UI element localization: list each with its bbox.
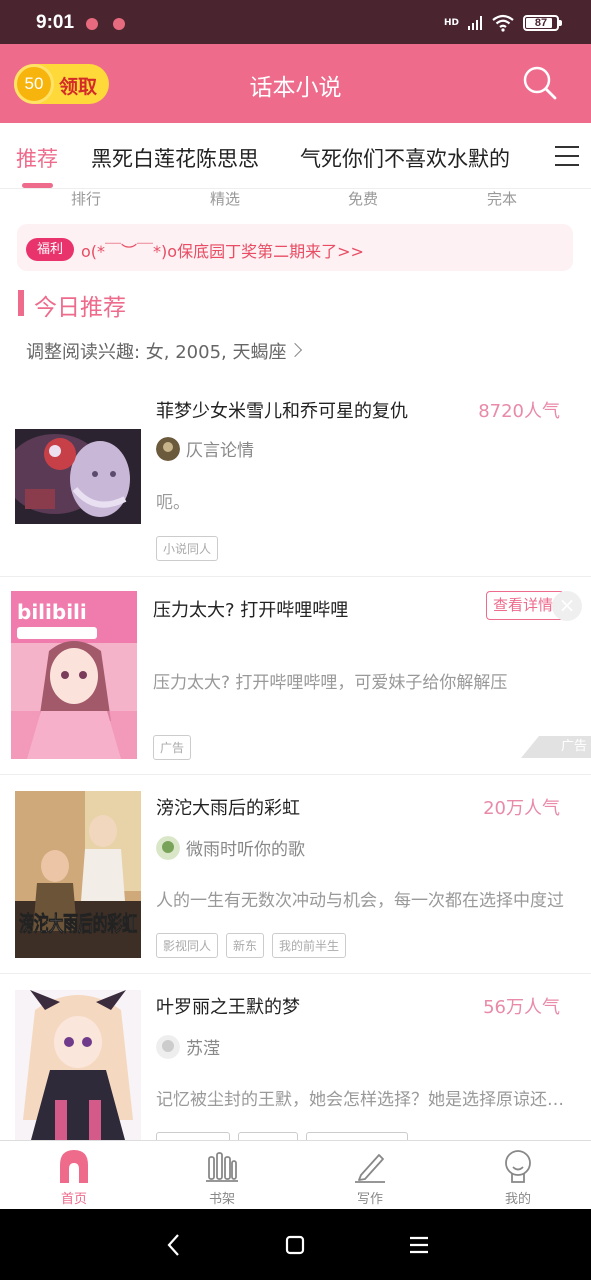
nav-label: 我的	[504, 1192, 531, 1207]
book-tag[interactable]	[306, 1132, 408, 1140]
welfare-badge: 福利	[26, 238, 74, 261]
notification-icon	[113, 18, 125, 30]
book-title: 滂沱大雨后的彩虹	[156, 798, 300, 819]
close-icon[interactable]: ×	[552, 591, 582, 621]
tab-topic-1[interactable]: 黑死白莲花陈思思	[91, 143, 259, 173]
chevron-right-icon	[288, 342, 303, 358]
book-title: 叶罗丽之王默的梦	[156, 997, 300, 1018]
nav-profile[interactable]: 我的	[444, 1141, 591, 1210]
status-time: 9:01	[36, 12, 75, 33]
ad-title: 压力太大? 打开哔哩哔哩	[153, 600, 349, 621]
recents-icon[interactable]	[405, 1231, 433, 1259]
book-tags	[156, 1132, 408, 1140]
notification-icon	[86, 18, 98, 30]
author: 微雨时听你的歌	[156, 835, 305, 860]
back-icon[interactable]	[160, 1231, 188, 1259]
book-tag[interactable]: 影视同人	[156, 933, 219, 958]
book-description: 人的一生有无数次冲动与机会，每一次都在选择中度过	[156, 891, 564, 911]
book-title: 菲梦少女米雪儿和乔可星的复仇	[156, 401, 408, 422]
wifi-icon	[492, 14, 514, 32]
author-name: 微雨时听你的歌	[186, 840, 305, 860]
author-avatar	[156, 835, 180, 860]
book-cover	[15, 429, 141, 524]
book-card[interactable]: 菲梦少女米雪儿和乔可星的复仇 8720人气 仄言论情 呃。 小说同人	[0, 378, 591, 577]
menu-button[interactable]	[551, 123, 591, 188]
ad-tag: 广告	[153, 735, 192, 760]
author: 苏滢	[156, 1034, 220, 1059]
tab-indicator	[22, 183, 53, 188]
book-popularity: 8720人气	[478, 401, 560, 422]
nav-home[interactable]: 首页	[0, 1141, 148, 1210]
interest-text: 调整阅读兴趣: 女, 2005, 天蝎座	[26, 342, 287, 363]
adjust-interest-link[interactable]: 调整阅读兴趣: 女, 2005, 天蝎座	[26, 338, 303, 364]
subcat-selected[interactable]: 精选	[210, 188, 240, 209]
category-tabs: 推荐 黑死白莲花陈思思 气死你们不喜欢水默的	[0, 123, 591, 189]
nav-label: 书架	[208, 1192, 235, 1207]
ad-description: 压力太大? 打开哔哩哔哩，可爱妹子给你解解压	[153, 673, 508, 693]
network-label: HD	[443, 17, 459, 28]
nav-write[interactable]: 写作	[296, 1141, 444, 1210]
nav-bookshelf[interactable]: 书架	[148, 1141, 296, 1210]
system-nav-bar	[0, 1209, 591, 1280]
book-card[interactable]: 滂沱大雨后的彩虹 滂沱大雨后的彩虹 20万人气 微雨时听你的歌 人的一生有无数次…	[0, 775, 591, 974]
ad-tags: 广告	[153, 735, 192, 760]
book-tag[interactable]: 新东	[226, 933, 265, 958]
section-title: 今日推荐	[34, 295, 126, 321]
book-card[interactable]: 叶罗丽之王默的梦 56万人气 苏滢 记忆被尘封的王默，她会怎样选择？她是选择原谅…	[0, 974, 591, 1140]
cover-title-line-1: 滂沱大雨后的彩虹	[19, 912, 137, 936]
subcat-completed[interactable]: 完本	[487, 188, 517, 209]
app-title: 话本小说	[249, 75, 342, 101]
tab-topic-2[interactable]: 气死你们不喜欢水默的	[300, 143, 510, 173]
bottom-nav: 首页 书架 写作 我的	[0, 1140, 591, 1209]
nav-label: 写作	[356, 1192, 383, 1207]
book-cover: 滂沱大雨后的彩虹	[15, 791, 141, 958]
subcat-ranking[interactable]: 排行	[71, 188, 101, 209]
battery-level: 87	[534, 17, 548, 29]
subcat-free[interactable]: 免费	[348, 188, 378, 209]
book-description: 呃。	[156, 493, 190, 513]
profile-icon	[505, 1150, 531, 1183]
pen-icon	[355, 1154, 385, 1183]
battery-icon: 87	[523, 15, 562, 31]
app-header: 50 领取 话本小说	[0, 44, 591, 123]
author-name: 苏滢	[186, 1039, 220, 1059]
book-tags: 影视同人 新东 我的前半生	[156, 933, 347, 958]
signal-icon	[468, 16, 482, 30]
home-button-icon[interactable]	[281, 1231, 309, 1259]
book-popularity: 56万人气	[483, 997, 560, 1018]
author-name: 仄言论情	[186, 441, 254, 461]
book-cover	[15, 990, 141, 1140]
tab-recommend[interactable]: 推荐	[16, 143, 58, 173]
author-avatar	[156, 436, 180, 461]
banner-text: o(*￣︶￣*)o保底园丁奖第二期来了>>	[81, 242, 364, 261]
book-popularity: 20万人气	[483, 798, 560, 819]
author-avatar	[156, 1034, 180, 1059]
promo-banner[interactable]: 福利 o(*￣︶￣*)o保底园丁奖第二期来了>>	[17, 224, 573, 271]
book-tag[interactable]	[156, 1132, 230, 1140]
status-bar: 9:01 HD 87	[0, 0, 591, 44]
book-tag[interactable]: 我的前半生	[272, 933, 347, 958]
ad-cover: bilibili	[11, 591, 137, 759]
bookshelf-icon	[206, 1152, 238, 1182]
book-tags: 小说同人	[156, 536, 219, 561]
home-icon	[60, 1150, 88, 1183]
book-tag[interactable]: 小说同人	[156, 536, 219, 561]
nav-label: 首页	[60, 1192, 87, 1207]
bilibili-logo: bilibili	[17, 600, 87, 624]
ad-card[interactable]: bilibili 压力太大? 打开哔哩哔哩 查看详情 × 压力太大? 打开哔哩哔…	[0, 577, 591, 775]
ad-corner-label: 广告	[521, 736, 591, 758]
search-icon[interactable]	[521, 64, 559, 102]
book-tag[interactable]	[238, 1132, 298, 1140]
author: 仄言论情	[156, 436, 254, 461]
section-accent	[18, 290, 24, 316]
menu-icon	[555, 146, 579, 166]
book-description: 记忆被尘封的王默，她会怎样选择？她是选择原谅还是复仇	[156, 1090, 566, 1110]
